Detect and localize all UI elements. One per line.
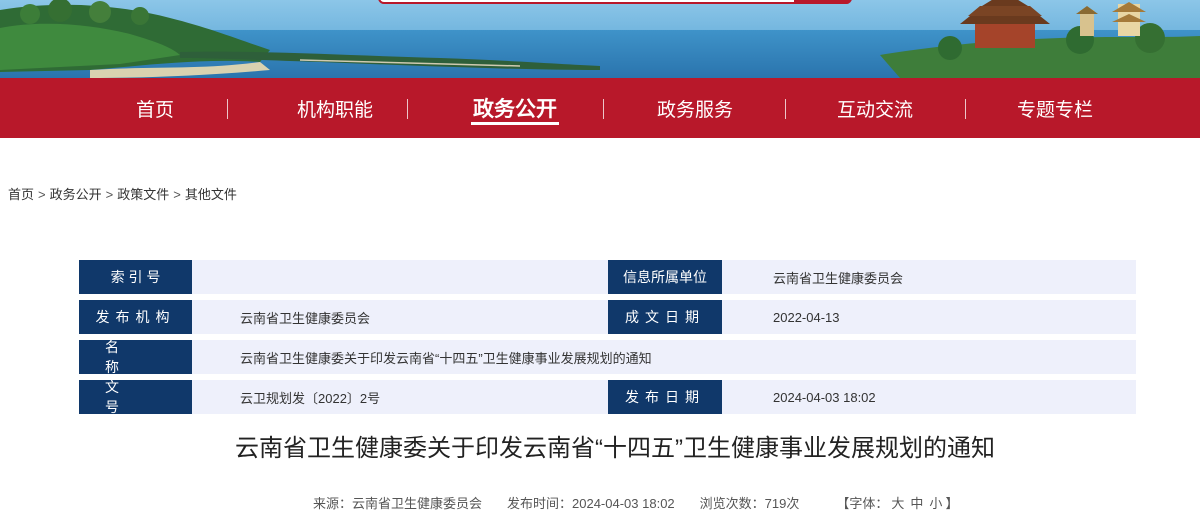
header-banner: [0, 0, 1200, 78]
nav-divider: [965, 99, 966, 119]
info-row-index: 索 引 号 信息所属单位 云南省卫生健康委员会: [79, 260, 1136, 294]
breadcrumb-home[interactable]: 首页: [8, 187, 34, 202]
index-number-label: 索 引 号: [79, 260, 199, 294]
created-date-value: 2022-04-13: [722, 300, 1136, 334]
document-number-value: 云卫规划发〔2022〕2号: [192, 380, 608, 414]
breadcrumb-separator: >: [105, 187, 114, 202]
info-row-publisher: 发布机构 云南省卫生健康委员会 成文日期 2022-04-13: [79, 300, 1136, 334]
article-publish-time: 发布时间：2024-04-03 18:02: [507, 496, 675, 511]
breadcrumb-separator: >: [38, 187, 46, 202]
publish-date-label: 发布日期: [608, 380, 729, 414]
nav-item-home[interactable]: 首页: [65, 78, 245, 138]
unit-label: 信息所属单位: [608, 260, 729, 294]
lake-scenery-image: [0, 0, 1200, 78]
breadcrumb: 首页 > 政务公开 > 政策文件 > 其他文件: [8, 184, 237, 203]
article-title: 云南省卫生健康委关于印发云南省“十四五”卫生健康事业发展规划的通知: [235, 435, 995, 462]
breadcrumb-government-affairs[interactable]: 政务公开: [50, 187, 102, 202]
font-size-large-button[interactable]: 大: [891, 496, 904, 511]
search-bar[interactable]: [378, 0, 852, 4]
publisher-value: 云南省卫生健康委员会: [192, 300, 608, 334]
info-row-name: 名 称 云南省卫生健康委关于印发云南省“十四五”卫生健康事业发展规划的通知: [79, 339, 1136, 375]
font-size-small-button[interactable]: 小: [929, 496, 942, 511]
unit-value: 云南省卫生健康委员会: [722, 260, 1136, 294]
nav-item-topics[interactable]: 专题专栏: [965, 78, 1145, 138]
publisher-label: 发布机构: [79, 300, 199, 334]
nav-divider: [785, 99, 786, 119]
article-source: 来源：云南省卫生健康委员会: [313, 496, 483, 511]
nav-divider: [227, 99, 228, 119]
info-row-docno: 文 号 云卫规划发〔2022〕2号 发布日期 2024-04-03 18:02: [79, 379, 1136, 415]
nav-divider: [603, 99, 604, 119]
article-view-count: 浏览次数：719次: [699, 496, 800, 511]
index-number-value: [192, 260, 608, 294]
nav-item-government-affairs[interactable]: 政务公开: [425, 78, 605, 138]
article-meta: 来源：云南省卫生健康委员会 发布时间：2024-04-03 18:02 浏览次数…: [313, 493, 958, 512]
main-nav: 首页 机构职能 政务公开 政务服务 互动交流 专题专栏: [0, 78, 1200, 138]
font-size-close: 】: [945, 496, 959, 511]
created-date-label: 成文日期: [608, 300, 729, 334]
nav-item-organization[interactable]: 机构职能: [245, 78, 425, 138]
breadcrumb-policy-documents[interactable]: 政策文件: [117, 187, 169, 202]
font-size-medium-button[interactable]: 中: [910, 496, 923, 511]
font-size-open: 【字体：: [836, 496, 889, 511]
breadcrumb-separator: >: [173, 187, 181, 202]
nav-divider: [407, 99, 408, 119]
font-size-control: 【字体：大中小】: [836, 493, 958, 512]
search-button[interactable]: [794, 0, 852, 4]
publish-date-value: 2024-04-03 18:02: [722, 380, 1136, 414]
nav-item-services[interactable]: 政务服务: [605, 78, 785, 138]
document-name-label: 名 称: [79, 339, 199, 375]
breadcrumb-other-documents[interactable]: 其他文件: [185, 187, 237, 202]
document-name-value: 云南省卫生健康委关于印发云南省“十四五”卫生健康事业发展规划的通知: [192, 340, 1136, 374]
document-number-label: 文 号: [79, 379, 199, 415]
nav-item-interaction[interactable]: 互动交流: [785, 78, 965, 138]
